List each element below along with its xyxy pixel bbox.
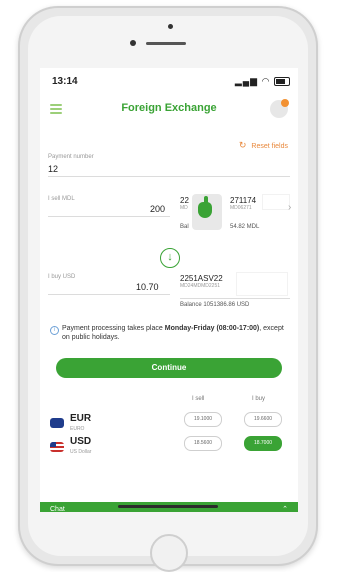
currency-name-eur: EURO bbox=[70, 426, 85, 432]
currency-code-usd: USD bbox=[70, 436, 92, 447]
sell-account-selector[interactable]: 22 MD bbox=[180, 196, 189, 211]
sell-account-sub: MD bbox=[180, 205, 188, 211]
buy-amount-underline bbox=[48, 294, 170, 295]
eu-flag-icon bbox=[50, 418, 64, 428]
sell-account-number-2: 271174 bbox=[230, 196, 257, 205]
redacted-area bbox=[262, 194, 290, 210]
chat-label: Chat bbox=[50, 506, 65, 512]
payment-number-label: Payment number bbox=[48, 154, 94, 160]
earpiece-speaker bbox=[146, 42, 186, 45]
reset-label: Reset fields bbox=[251, 143, 288, 150]
notifications-icon[interactable] bbox=[270, 99, 289, 118]
buy-account-underline bbox=[180, 298, 290, 299]
rates-buy-header: I buy bbox=[252, 396, 266, 402]
redacted-area-2 bbox=[236, 272, 288, 296]
home-indicator bbox=[118, 505, 218, 508]
payment-number-field[interactable]: 12 bbox=[48, 164, 58, 174]
tap-hand-icon bbox=[192, 194, 222, 230]
buy-amount-field[interactable]: 10.70 bbox=[136, 282, 159, 292]
rate-eur-sell[interactable]: 19.1000 bbox=[184, 412, 222, 427]
rates-sell-header: I sell bbox=[192, 396, 205, 402]
sell-label: I sell MDL bbox=[48, 196, 75, 202]
currency-code-eur: EUR bbox=[70, 413, 92, 424]
rate-eur-buy[interactable]: 19.6600 bbox=[244, 412, 282, 427]
app-header: Foreign Exchange bbox=[40, 94, 298, 128]
currency-name-usd: US Dollar bbox=[70, 449, 92, 455]
info-text-1: Payment processing takes place bbox=[62, 325, 165, 332]
sell-account-sub-2: MD06271 bbox=[230, 205, 252, 211]
buy-account-number: 2251ASV22 bbox=[180, 274, 223, 283]
buy-account-selector[interactable]: 2251ASV22 MD24MDMD2251 bbox=[180, 274, 223, 289]
buy-account-sub: MD24MDMD2251 bbox=[180, 283, 221, 289]
sell-balance-value: 54.82 MDL bbox=[230, 224, 260, 230]
info-icon: i bbox=[50, 326, 59, 335]
rate-usd-buy[interactable]: 18.7000 bbox=[244, 436, 282, 451]
wifi-icon: ◠ bbox=[261, 76, 271, 86]
reset-icon: ↻ bbox=[238, 140, 247, 150]
sell-account-selector-2[interactable]: 271174 MD06271 bbox=[230, 196, 256, 211]
us-flag-icon bbox=[50, 442, 64, 452]
rate-usd-sell[interactable]: 18.5600 bbox=[184, 436, 222, 451]
status-icons: ▂▄▆ ◠ bbox=[235, 76, 290, 87]
proximity-sensor bbox=[130, 40, 136, 46]
status-time: 13:14 bbox=[52, 76, 78, 87]
buy-label: I buy USD bbox=[48, 274, 76, 280]
sell-account-number: 22 bbox=[180, 196, 189, 205]
reset-fields-link[interactable]: ↻ Reset fields bbox=[239, 140, 288, 151]
signal-icon: ▂▄▆ bbox=[234, 76, 259, 86]
buy-balance: Balance 1051386.86 USD bbox=[180, 302, 250, 308]
battery-icon bbox=[274, 77, 290, 87]
sell-amount-underline bbox=[48, 216, 170, 217]
info-message: Payment processing takes place Monday-Fr… bbox=[62, 324, 290, 342]
app-screen: 13:14 ▂▄▆ ◠ Foreign Exchange ↻ Reset fie… bbox=[40, 68, 298, 512]
page-title: Foreign Exchange bbox=[121, 102, 217, 114]
info-text-bold: Monday-Friday (08:00-17:00) bbox=[164, 325, 260, 332]
chevron-right-icon[interactable]: › bbox=[288, 202, 291, 213]
home-button[interactable] bbox=[150, 534, 188, 572]
status-bar: 13:14 ▂▄▆ ◠ bbox=[40, 68, 298, 94]
chevron-up-icon: ⌃ bbox=[282, 506, 288, 512]
continue-button[interactable]: Continue bbox=[56, 358, 282, 378]
swap-arrow-icon[interactable]: ↓ bbox=[160, 248, 180, 268]
front-camera bbox=[168, 24, 173, 29]
notification-badge bbox=[281, 99, 289, 107]
payment-number-underline bbox=[48, 176, 290, 177]
sell-amount-field[interactable]: 200 bbox=[150, 204, 165, 214]
sell-balance-prefix: Bal bbox=[180, 224, 189, 230]
